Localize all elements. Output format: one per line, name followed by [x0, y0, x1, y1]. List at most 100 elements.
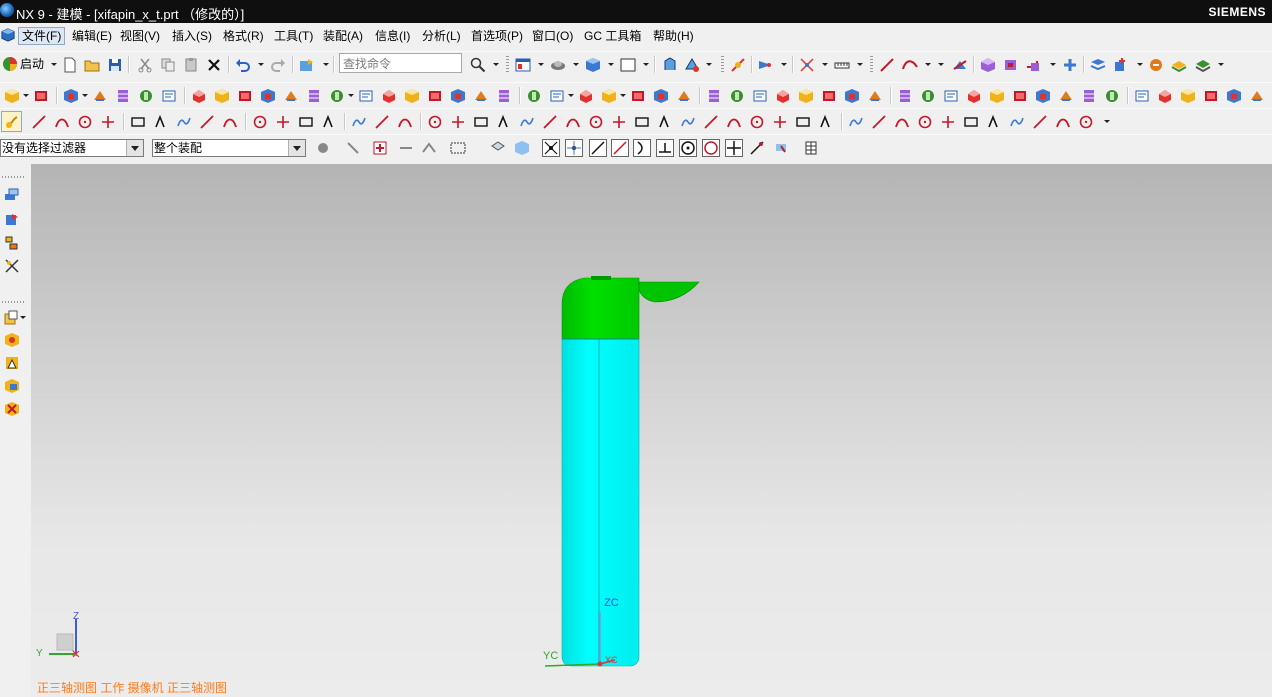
part-model[interactable] — [561, 276, 700, 667]
curve-tool-icon-17[interactable] — [427, 114, 443, 130]
menu-window[interactable]: 窗口(O) — [530, 28, 575, 44]
search-icon[interactable] — [470, 57, 486, 73]
process-studio-icon[interactable] — [4, 378, 20, 394]
curve-tool-icon-35[interactable] — [848, 114, 864, 130]
menu-file[interactable]: 文件(F) — [18, 27, 66, 45]
menu-help[interactable]: 帮助(H) — [651, 28, 696, 44]
feature-icon-21[interactable] — [496, 88, 512, 104]
type-filter-select[interactable]: 没有选择过滤器 — [0, 139, 144, 157]
render-style-icon[interactable] — [550, 57, 566, 73]
search-dropdown-arrow[interactable] — [493, 63, 499, 66]
feature-icon-37[interactable] — [897, 88, 913, 104]
feature-icon-2[interactable] — [33, 88, 49, 104]
copy-icon[interactable] — [160, 57, 176, 73]
feature-icon-4[interactable] — [92, 88, 108, 104]
curve-icon[interactable] — [902, 57, 918, 73]
feature-icon-19[interactable] — [450, 88, 466, 104]
feature-icon-39[interactable] — [943, 88, 959, 104]
feature-icon-24[interactable] — [578, 88, 594, 104]
selection-priority-dropdown-arrow[interactable] — [781, 63, 787, 66]
shaded-dropdown-arrow[interactable] — [608, 63, 614, 66]
bottle-neck-cap[interactable] — [561, 277, 640, 340]
nx-cube-icon[interactable] — [1, 28, 15, 42]
save-icon[interactable] — [107, 57, 123, 73]
dropdown-arrow[interactable] — [568, 94, 574, 97]
shaded-cube-icon[interactable] — [585, 57, 601, 73]
curve-tool-icon-32[interactable] — [772, 114, 788, 130]
curve-tool-icon-44[interactable] — [1055, 114, 1071, 130]
curve-tool-icon-3[interactable] — [77, 114, 93, 130]
sync-dropdown-arrow[interactable] — [1050, 63, 1056, 66]
curve-tool-icon-18[interactable] — [450, 114, 466, 130]
feature-icon-8[interactable] — [191, 88, 207, 104]
feature-icon-38[interactable] — [920, 88, 936, 104]
feature-icon-22[interactable] — [526, 88, 542, 104]
toolbar-grip[interactable] — [721, 56, 724, 73]
offset-region-icon[interactable] — [1025, 57, 1041, 73]
curve-tool-icon-31[interactable] — [749, 114, 765, 130]
curve-tool-icon-8[interactable] — [199, 114, 215, 130]
feature-icon-52[interactable] — [1249, 88, 1265, 104]
cap-top-ring[interactable] — [591, 276, 611, 280]
feature-icon-36[interactable] — [867, 88, 883, 104]
command-search-input[interactable]: 查找命令 — [339, 53, 462, 73]
feature-icon-44[interactable] — [1058, 88, 1074, 104]
feature-icon-16[interactable] — [381, 88, 397, 104]
graphics-window[interactable]: ZC YC XC Z Y X 正三轴测图 工作 摄像机 正三轴测图 — [31, 164, 1272, 697]
part-navigator-icon[interactable] — [4, 235, 20, 251]
feature-icon-40[interactable] — [966, 88, 982, 104]
selection-tool-icon-12[interactable] — [611, 139, 629, 157]
command-finder-icon[interactable] — [299, 57, 315, 73]
selection-tool-icon-4[interactable] — [398, 140, 414, 156]
menu-tools[interactable]: 工具(T) — [272, 28, 315, 44]
toolbar-grip[interactable] — [870, 56, 873, 73]
curve-tool-icon-29[interactable] — [703, 114, 719, 130]
toolbar-grip[interactable] — [506, 56, 509, 73]
selection-tool-icon-8[interactable] — [514, 140, 530, 156]
menu-edit[interactable]: 编辑(E) — [70, 28, 114, 44]
curve-tool-icon-28[interactable] — [680, 114, 696, 130]
curve-tool-icon-34[interactable] — [818, 114, 834, 130]
point-constructor-icon[interactable] — [799, 57, 815, 73]
redo-icon[interactable] — [270, 57, 286, 73]
selection-tool-icon-16[interactable] — [702, 139, 720, 157]
feature-icon-29[interactable] — [706, 88, 722, 104]
selection-tool-icon-1[interactable] — [315, 140, 331, 156]
feature-icon-49[interactable] — [1180, 88, 1196, 104]
line-icon[interactable] — [879, 57, 895, 73]
selection-tool-icon-2[interactable] — [345, 140, 361, 156]
menu-analysis[interactable]: 分析(L) — [420, 28, 463, 44]
feature-icon-34[interactable] — [821, 88, 837, 104]
menu-format[interactable]: 格式(R) — [221, 28, 266, 44]
feature-icon-31[interactable] — [752, 88, 768, 104]
curve-tool-icon-16[interactable] — [397, 114, 413, 130]
add-component-icon[interactable] — [1112, 57, 1128, 73]
feature-icon-15[interactable] — [358, 88, 374, 104]
feature-icon-42[interactable] — [1012, 88, 1028, 104]
selection-priority-icon[interactable] — [757, 57, 773, 73]
selection-tool-icon-7[interactable] — [490, 140, 506, 156]
paste-icon[interactable] — [183, 57, 199, 73]
dropdown-arrow[interactable] — [620, 94, 626, 97]
curve-tool-icon-42[interactable] — [1009, 114, 1025, 130]
orient-dropdown-arrow[interactable] — [706, 63, 712, 66]
feature-icon-32[interactable] — [775, 88, 791, 104]
layer-settings-icon[interactable] — [1195, 57, 1211, 73]
selection-tool-icon-9[interactable] — [542, 139, 560, 157]
curve-tool-icon-30[interactable] — [726, 114, 742, 130]
curve-tool-icon-11[interactable] — [275, 114, 291, 130]
selection-tool-icon-17[interactable] — [725, 139, 743, 157]
curve-tool-icon-6[interactable] — [153, 114, 169, 130]
curve-tool-icon-39[interactable] — [940, 114, 956, 130]
roles-dropdown-arrow[interactable] — [20, 316, 26, 319]
layout-dropdown-arrow[interactable] — [538, 63, 544, 66]
reuse-library-icon[interactable] — [4, 258, 20, 274]
curve-tool-icon-27[interactable] — [657, 114, 673, 130]
feature-icon-28[interactable] — [676, 88, 692, 104]
selection-tool-icon-3[interactable] — [372, 140, 388, 156]
curve-tool-icon-40[interactable] — [963, 114, 979, 130]
selection-scope-select[interactable]: 整个装配 — [152, 139, 306, 157]
orient-view-icon[interactable] — [662, 57, 678, 73]
command-finder-dropdown-arrow[interactable] — [323, 63, 329, 66]
delete-icon[interactable] — [206, 57, 222, 73]
